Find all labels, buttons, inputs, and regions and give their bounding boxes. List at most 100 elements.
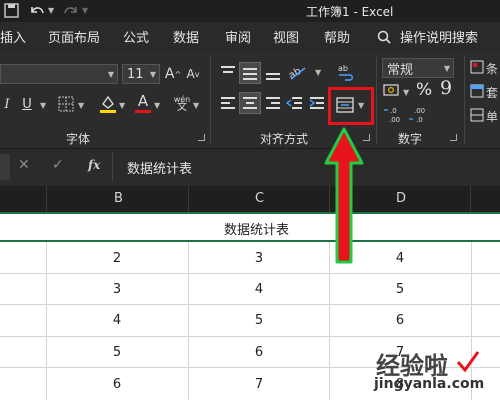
tell-me-search[interactable]: 操作说明搜索	[400, 27, 478, 46]
font-color-button[interactable]: A	[135, 92, 151, 110]
redo-icon[interactable]	[62, 3, 80, 19]
group-number-label: 数字	[398, 132, 423, 146]
column-label: D	[396, 191, 407, 206]
phonetic-button[interactable]: wén 文	[172, 94, 192, 114]
conditional-format-icon[interactable]	[470, 60, 484, 74]
orientation-dropdown-icon[interactable]: ▼	[315, 68, 321, 77]
percent-button[interactable]: %	[416, 80, 432, 100]
merged-title-cell[interactable]: 数据统计表	[0, 212, 500, 242]
accounting-format-icon[interactable]	[383, 83, 401, 99]
cell-c[interactable]: 4	[189, 282, 329, 297]
column-label: B	[114, 191, 123, 206]
formula-content: 数据统计表	[127, 162, 193, 177]
undo-icon[interactable]	[28, 3, 46, 19]
font-launcher-icon[interactable]	[198, 134, 205, 141]
group-font-label: 字体	[66, 132, 91, 146]
accounting-dropdown-icon[interactable]: ▼	[403, 88, 409, 97]
cell-c[interactable]: 6	[189, 345, 329, 360]
watermark: 经验啦 jingyanla.com	[372, 346, 498, 396]
number-format-dropdown[interactable]: 常规 ▼	[382, 58, 454, 78]
cell-c[interactable]: 7	[189, 377, 329, 392]
cell-b[interactable]: 5	[47, 345, 187, 360]
checkmark-icon	[456, 351, 480, 373]
cell-c[interactable]: 3	[189, 251, 329, 266]
merge-dropdown-icon[interactable]: ▼	[358, 101, 364, 110]
cell-b[interactable]: 6	[47, 377, 187, 392]
grid-line	[0, 273, 500, 274]
cell-styles-icon[interactable]	[470, 108, 484, 122]
enter-icon[interactable]: ✓	[52, 157, 64, 173]
cell-b[interactable]: 4	[47, 313, 187, 328]
tab-insert[interactable]: 插入	[0, 27, 26, 46]
align-right-icon[interactable]	[264, 94, 282, 112]
font-size-value: 11	[127, 66, 144, 82]
top-align-icon[interactable]	[219, 64, 237, 82]
tab-formulas[interactable]: 公式	[123, 27, 149, 46]
format-as-table-label[interactable]: 套	[486, 84, 498, 101]
align-left-icon[interactable]	[219, 94, 237, 112]
title-bar: ▼ ▼ 工作簿1 - Excel	[0, 0, 500, 22]
chevron-down-icon: ▼	[149, 70, 156, 79]
cell-d[interactable]: 5	[330, 282, 470, 297]
borders-icon[interactable]	[58, 96, 74, 112]
align-center-button[interactable]	[239, 92, 261, 114]
font-color-dropdown-icon[interactable]: ▼	[154, 101, 160, 110]
number-launcher-icon[interactable]	[450, 134, 457, 141]
increase-indent-icon[interactable]	[308, 94, 326, 112]
font-size-dropdown[interactable]: 11 ▼	[122, 64, 160, 84]
formula-input[interactable]: 数据统计表	[112, 153, 500, 181]
merge-cells-icon	[336, 97, 354, 113]
svg-text:.0: .0	[390, 107, 397, 115]
decrease-decimal-icon[interactable]: .00 .0	[408, 106, 430, 124]
borders-dropdown-icon[interactable]: ▼	[78, 101, 84, 110]
cell-c[interactable]: 5	[189, 313, 329, 328]
fill-color-icon[interactable]	[99, 94, 117, 114]
grid-line	[0, 304, 500, 305]
cell-b[interactable]: 3	[47, 282, 187, 297]
tab-page-layout[interactable]: 页面布局	[48, 27, 100, 46]
tab-review[interactable]: 审阅	[225, 27, 251, 46]
tab-help[interactable]: 帮助	[324, 27, 350, 46]
ribbon: ▼ 11 ▼ A ^ Av I U ▼ ▼ ▼ A ▼ wén 文 ▼ 字体 a…	[0, 52, 500, 149]
tab-data[interactable]: 数据	[173, 27, 199, 46]
conditional-format-label[interactable]: 条	[486, 60, 498, 77]
redo-dropdown-icon[interactable]: ▼	[82, 6, 88, 15]
number-format-value: 常规	[387, 62, 414, 78]
italic-button[interactable]: I	[0, 94, 14, 114]
middle-align-button[interactable]	[239, 62, 261, 84]
decrease-indent-icon[interactable]	[286, 94, 304, 112]
comma-style-button[interactable]: 9	[440, 77, 452, 99]
svg-text:.00: .00	[414, 107, 425, 115]
merged-title-text: 数据统计表	[224, 223, 290, 238]
font-name-dropdown[interactable]: ▼	[0, 64, 118, 84]
search-icon[interactable]	[377, 30, 391, 44]
column-header-b[interactable]: B	[46, 186, 188, 212]
fill-color-dropdown-icon[interactable]: ▼	[119, 101, 125, 110]
cell-b[interactable]: 2	[47, 251, 187, 266]
format-as-table-icon[interactable]	[470, 84, 484, 98]
bottom-align-icon[interactable]	[264, 64, 282, 82]
wrap-text-icon[interactable]: ab	[336, 62, 354, 82]
column-label: C	[255, 191, 265, 206]
grid-line	[0, 336, 500, 337]
merge-and-center-button[interactable]: ▼	[334, 94, 368, 116]
insert-function-button[interactable]: fx	[88, 158, 100, 172]
underline-dropdown-icon[interactable]: ▼	[40, 101, 46, 110]
font-color-label: A	[137, 92, 149, 110]
increase-decimal-icon[interactable]: .0 .00	[383, 106, 403, 124]
orientation-icon[interactable]: ab	[287, 62, 313, 82]
name-box[interactable]	[0, 154, 10, 180]
group-separator	[210, 56, 211, 144]
tab-view[interactable]: 视图	[273, 27, 299, 46]
phonetic-dropdown-icon[interactable]: ▼	[193, 101, 199, 110]
underline-button[interactable]: U	[18, 94, 36, 114]
shrink-font-button[interactable]: Av	[184, 64, 202, 84]
undo-dropdown-icon[interactable]: ▼	[48, 6, 54, 15]
cell-d[interactable]: 6	[330, 313, 470, 328]
grow-font-button[interactable]: A ^	[164, 64, 182, 84]
save-icon[interactable]	[4, 3, 20, 19]
cell-styles-label[interactable]: 单	[486, 108, 498, 125]
column-headers: B C D	[0, 186, 500, 212]
cancel-icon[interactable]: ✕	[18, 157, 30, 173]
column-header-c[interactable]: C	[188, 186, 329, 212]
